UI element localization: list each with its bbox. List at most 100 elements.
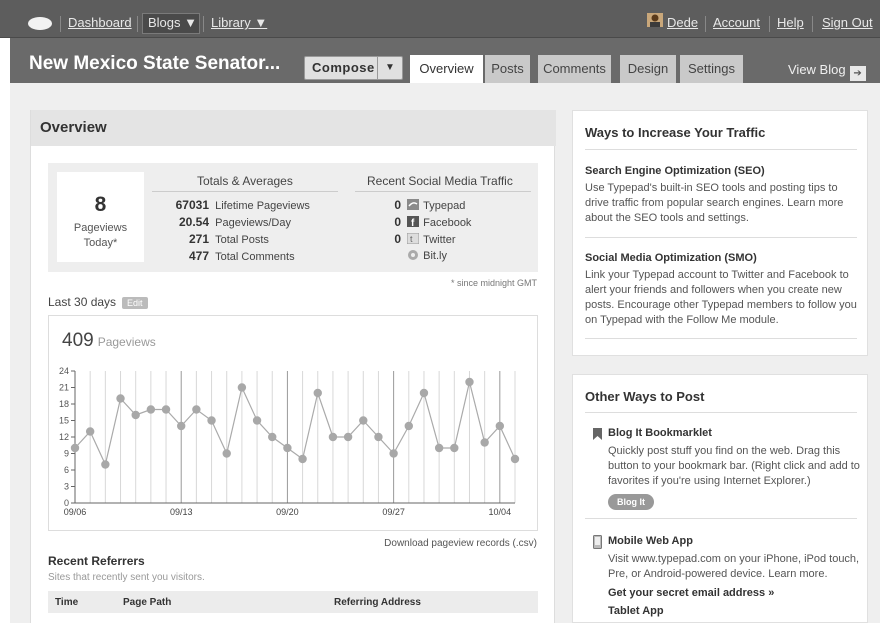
data-point [146, 405, 156, 414]
dashboard-link[interactable]: Dashboard [68, 0, 132, 38]
total-label: Total Comments [215, 251, 295, 263]
column-header-time[interactable]: Time [55, 597, 78, 608]
social-value: 0 [394, 232, 401, 246]
tab-comments[interactable]: Comments [538, 55, 611, 83]
arrow-right-icon: ➔ [849, 66, 866, 81]
data-point [252, 416, 262, 425]
data-point [177, 421, 186, 431]
social-label: Facebook [423, 217, 472, 229]
column-header-referring-address[interactable]: Referring Address [334, 597, 421, 608]
nav-separator [769, 16, 770, 32]
user-avatar-icon[interactable] [647, 13, 663, 27]
social-value: 0 [394, 215, 401, 229]
data-point [161, 405, 171, 414]
blog-nav-bar: New Mexico State Senator... Compose ▼ Ov… [10, 38, 880, 85]
y-tick-label: 24 [59, 366, 69, 376]
social-header: Recent Social Media Traffic [367, 174, 513, 188]
tab-posts[interactable]: Posts [485, 55, 530, 83]
compose-label: Compose [312, 60, 375, 75]
y-tick-label: 9 [64, 449, 69, 459]
data-point [237, 383, 247, 392]
overview-panel: Overview 8 Pageviews Today* Totals & Ave… [30, 110, 556, 623]
other-ways-title: Other Ways to Post [585, 389, 705, 404]
x-tick-label: 10/04 [489, 507, 512, 517]
pageviews-chart: 409 Pageviews 0 3 6 9 12 15 18 21 24 09/06 09/13 09/… [48, 315, 538, 531]
y-tick-label: 15 [59, 416, 69, 426]
traffic-tips-title: Ways to Increase Your Traffic [585, 125, 766, 140]
typepad-icon [407, 199, 420, 210]
data-point [374, 432, 383, 442]
download-pageview-records-link[interactable]: Download pageview records (.csv) [384, 538, 537, 549]
data-point [222, 449, 231, 458]
y-tick-label: 3 [64, 482, 69, 492]
blog-title[interactable]: New Mexico State Senator... [29, 53, 280, 75]
total-value: 67031 [175, 198, 209, 212]
since-midnight-note: * since midnight GMT [450, 278, 537, 288]
data-point [419, 388, 429, 398]
mobile-app-text: Visit www.typepad.com on your iPhone, iP… [608, 553, 860, 580]
bookmarklet-title: Blog It Bookmarklet [608, 427, 712, 439]
smo-title[interactable]: Social Media Optimization (SMO) [585, 252, 757, 264]
overview-title: Overview [40, 119, 107, 136]
seo-title[interactable]: Search Engine Optimization (SEO) [585, 165, 765, 177]
totals-header: Totals & Averages [197, 174, 293, 188]
typepad-logo-icon[interactable] [28, 17, 52, 30]
facebook-icon: f [407, 216, 420, 229]
data-point [389, 449, 398, 458]
compose-button[interactable]: Compose ▼ [304, 56, 403, 80]
today-pageviews-card: 8 Pageviews Today* [57, 172, 144, 262]
sign-out-link[interactable]: Sign Out [822, 0, 873, 38]
column-header-page-path[interactable]: Page Path [123, 597, 171, 608]
account-link[interactable]: Account [713, 0, 760, 38]
x-tick-label: 09/20 [276, 507, 299, 517]
total-value: 271 [188, 232, 209, 246]
divider [355, 191, 531, 192]
social-value: 0 [394, 198, 401, 212]
data-point [192, 405, 201, 414]
mobile-app-title: Mobile Web App [608, 535, 693, 547]
tab-design[interactable]: Design [620, 55, 676, 83]
x-tick-label: 09/06 [64, 507, 87, 517]
view-blog-link[interactable]: View Blog ➔ [788, 62, 866, 81]
total-label: Total Posts [215, 234, 269, 246]
data-point [495, 421, 505, 431]
tablet-app-title: Tablet App [608, 605, 664, 617]
referrers-table-header: Time Page Path Referring Address [48, 591, 538, 613]
totals-row: 477 Total Comments [160, 249, 295, 263]
tab-overview[interactable]: Overview [410, 55, 483, 85]
blogs-menu[interactable]: Blogs ▼ [148, 0, 197, 38]
y-tick-label: 12 [59, 432, 69, 442]
total-label: Lifetime Pageviews [215, 200, 310, 212]
social-label: Twitter [423, 234, 456, 246]
total-value: 20.54 [178, 215, 209, 229]
secret-email-link[interactable]: Get your secret email address » [608, 587, 774, 599]
traffic-tips-panel: Ways to Increase Your Traffic Search Eng… [572, 110, 868, 356]
twitter-icon: t [406, 232, 420, 245]
user-link[interactable]: Dede [667, 0, 698, 38]
nav-separator [137, 16, 138, 32]
bookmark-icon [593, 427, 602, 445]
total-label: Pageviews/Day [215, 217, 291, 229]
help-link[interactable]: Help [777, 0, 804, 38]
data-point [510, 454, 520, 464]
social-row: Bit.ly [391, 249, 447, 262]
edit-button[interactable]: Edit [122, 297, 148, 309]
divider [585, 149, 857, 150]
y-tick-label: 18 [59, 399, 69, 409]
last-30-days-text: Last 30 days [48, 295, 117, 309]
recent-referrers-title: Recent Referrers [48, 554, 145, 568]
tab-settings[interactable]: Settings [680, 55, 743, 83]
overview-header: Overview [31, 110, 556, 146]
data-point [480, 438, 489, 447]
data-point [268, 432, 277, 442]
data-point [450, 443, 459, 453]
top-nav-bar: Dashboard Blogs ▼ Library ▼ Dede Account… [0, 0, 880, 38]
last-30-days-label: Last 30 days Edit [48, 295, 148, 309]
blog-it-button[interactable]: Blog It [608, 494, 654, 510]
data-point [313, 388, 322, 398]
library-menu[interactable]: Library ▼ [211, 0, 267, 38]
social-label: Bit.ly [423, 250, 447, 262]
divider [585, 237, 857, 238]
data-point [116, 394, 125, 403]
compose-dropdown-icon[interactable]: ▼ [377, 57, 402, 79]
